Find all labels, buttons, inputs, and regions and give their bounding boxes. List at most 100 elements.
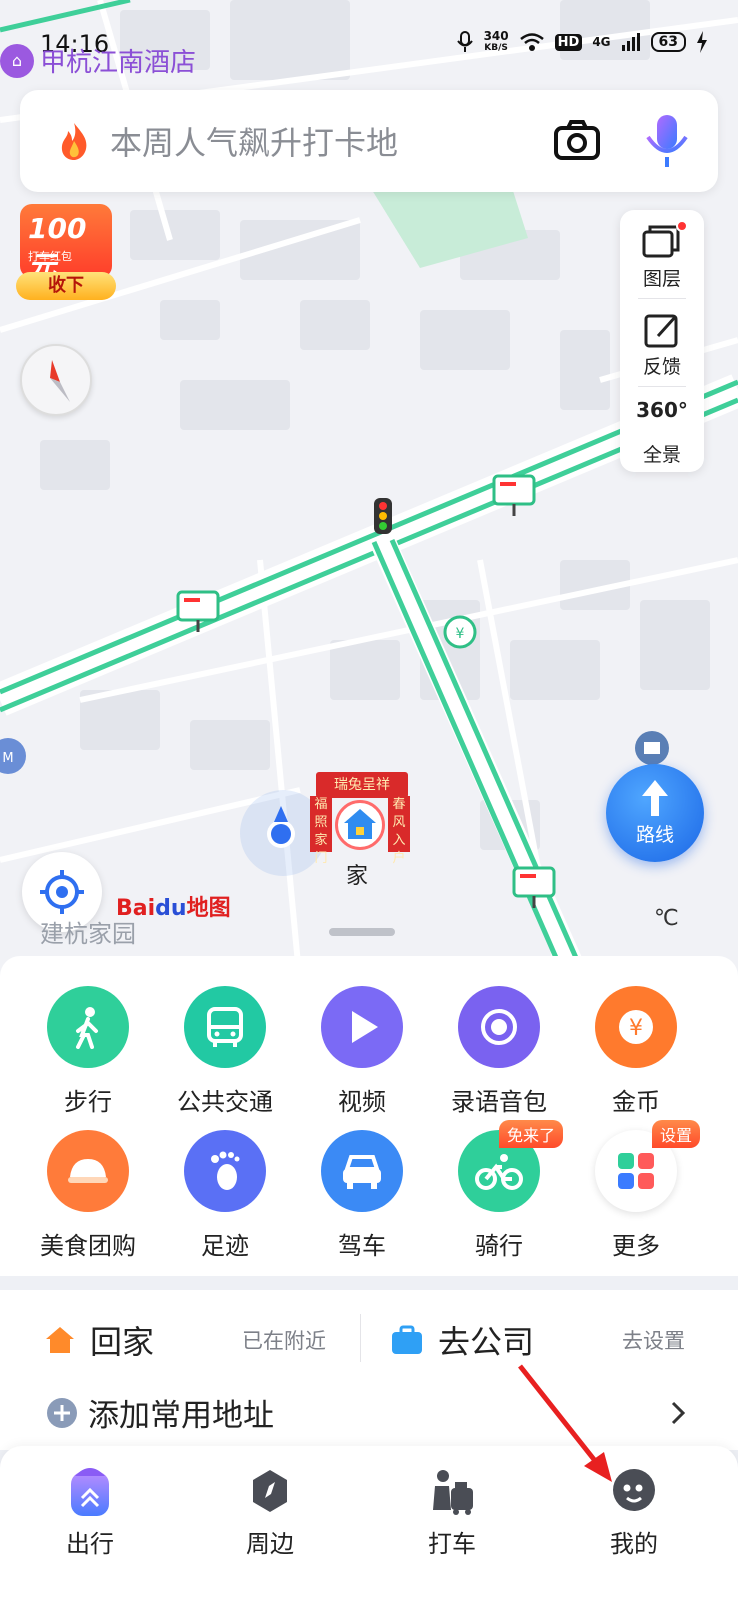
add-frequent-address[interactable]: 添加常用地址 [46, 1390, 274, 1435]
bus-icon [184, 986, 266, 1068]
network-speed: 340 KB/S [483, 29, 509, 53]
coin-icon: ¥ [595, 986, 677, 1068]
svg-text:¥: ¥ [456, 626, 465, 642]
panorama-label: 全景 [642, 444, 681, 466]
map-view[interactable]: ¥ M 14:16 340 KB/S HD 4G 63 ⌂ 甲杭江南酒店 本周人… [0, 0, 738, 985]
route-arrow-icon [642, 780, 668, 816]
footprint-icon [184, 1130, 266, 1212]
compass-icon [50, 360, 70, 402]
voice-pack-icon [458, 986, 540, 1068]
service-label: 足迹 [201, 1232, 249, 1260]
tab-label: 我的 [610, 1530, 658, 1558]
home-banner: 瑞兔呈祥 [316, 772, 408, 798]
walk-icon [47, 986, 129, 1068]
tab-label: 打车 [428, 1530, 476, 1558]
service-voice-pack[interactable]: 录语音包 [429, 986, 569, 1117]
home-couplet-right: 春风入户 [388, 796, 410, 866]
go-company-shortcut[interactable]: 去公司 去设置 [390, 1310, 685, 1370]
search-bar[interactable]: 本周人气飙升打卡地 [20, 90, 718, 192]
service-bus[interactable]: 公共交通 [155, 986, 295, 1117]
divider [360, 1314, 361, 1362]
tab-taxi[interactable]: 打车 [392, 1462, 512, 1559]
service-coins[interactable]: ¥ 金币 [566, 986, 706, 1117]
wifi-icon [519, 33, 544, 51]
drag-handle[interactable] [329, 928, 395, 936]
frequent-addresses: 回家 已在附近 去公司 去设置 添加常用地址 [0, 1290, 738, 1450]
service-label: 步行 [64, 1088, 112, 1116]
notification-dot [676, 220, 688, 232]
feedback-button[interactable]: 反馈 [620, 300, 704, 386]
hd-badge: HD [554, 33, 583, 51]
route-label: 路线 [635, 824, 674, 846]
temperature: ℃ [654, 906, 679, 931]
tab-nearby[interactable]: 周边 [210, 1462, 330, 1559]
microphone-status-icon [456, 31, 473, 52]
red-packet-accept-button[interactable]: 收下 [16, 272, 116, 300]
food-icon [47, 1130, 129, 1212]
red-packet-subtitle: 打车红包 [28, 250, 72, 263]
building-poi-icon [635, 731, 669, 765]
service-label: 金币 [612, 1088, 660, 1116]
divider [638, 386, 686, 387]
profile-icon [613, 1469, 655, 1511]
chevron-right-icon[interactable] [668, 1400, 688, 1426]
tab-travel[interactable]: 出行 [30, 1462, 150, 1559]
voice-search-icon[interactable] [642, 113, 692, 169]
fire-icon [61, 123, 87, 160]
signal-icon [621, 33, 640, 51]
service-food[interactable]: 美食团购 [18, 1130, 158, 1261]
company-shortcut-title: 去公司 [438, 1323, 535, 1361]
camera-icon[interactable] [552, 116, 602, 166]
briefcase-icon [392, 1325, 422, 1354]
service-label: 更多 [612, 1232, 660, 1260]
go-home-shortcut[interactable]: 回家 已在附近 [44, 1310, 326, 1370]
service-label: 公共交通 [177, 1088, 273, 1116]
road-sign-icon [492, 474, 536, 516]
tab-profile[interactable]: 我的 [574, 1462, 694, 1559]
layers-button[interactable]: 图层 [620, 212, 704, 298]
hotel-icon: ⌂ [0, 43, 34, 78]
feedback-icon [644, 314, 678, 348]
service-label: 美食团购 [40, 1232, 136, 1260]
service-walk[interactable]: 步行 [18, 986, 158, 1117]
baidu-map-logo: Baidu地图 [116, 896, 231, 921]
home-couplet-left: 福照家门 [310, 796, 332, 866]
hotel-poi[interactable]: ⌂ 甲杭江南酒店 [0, 42, 196, 79]
feedback-label: 反馈 [642, 356, 681, 378]
route-button[interactable]: 路线 [606, 764, 704, 862]
bank-poi-icon: ¥ [443, 615, 477, 649]
home-shortcut-title: 回家 [90, 1323, 155, 1361]
layers-label: 图层 [642, 268, 681, 290]
bottom-tab-bar: 出行 周边 打车 我的 [0, 1446, 738, 1600]
service-more[interactable]: 设置 更多 [566, 1120, 706, 1261]
service-label: 录语音包 [451, 1088, 547, 1116]
service-footprint[interactable]: 足迹 [155, 1130, 295, 1261]
service-panel: 步行 公共交通 视频 录语音包 ¥ 金币 美食团购 足迹 驾车 免来了 骑行 设… [0, 928, 738, 1276]
panorama-button[interactable]: 360° 全景 [620, 388, 704, 474]
service-video[interactable]: 视频 [292, 986, 432, 1117]
charging-icon [697, 31, 707, 53]
divider [638, 298, 686, 299]
travel-icon [71, 1468, 109, 1516]
panorama-360-icon: 360° [636, 398, 688, 422]
tab-label: 出行 [66, 1530, 114, 1558]
home-marker[interactable]: 瑞兔呈祥 福照家门 春风入户 家 [306, 770, 414, 890]
battery-level: 63 [650, 32, 686, 52]
service-label: 视频 [338, 1088, 386, 1116]
home-label: 家 [346, 864, 369, 889]
company-setup-link[interactable]: 去设置 [622, 1325, 685, 1355]
service-bike[interactable]: 免来了 骑行 [429, 1120, 569, 1261]
service-drive[interactable]: 驾车 [292, 1130, 432, 1261]
map-tools-panel: 图层 反馈 360° 全景 [620, 210, 704, 472]
svg-text:¥: ¥ [629, 1016, 643, 1041]
metro-poi-icon: M [0, 738, 26, 774]
compass-button[interactable] [20, 344, 92, 416]
hotel-poi-label: 甲杭江南酒店 [40, 48, 197, 78]
home-shortcut-status: 已在附近 [242, 1329, 327, 1353]
taxi-red-packet-promo[interactable]: 100元 打车红包 收下 [16, 202, 116, 302]
search-input[interactable]: 本周人气飙升打卡地 [110, 118, 552, 164]
network-type: 4G [592, 35, 611, 49]
service-label: 骑行 [475, 1232, 523, 1260]
svg-text:M: M [2, 751, 13, 766]
home-shortcut-icon [46, 1327, 74, 1353]
